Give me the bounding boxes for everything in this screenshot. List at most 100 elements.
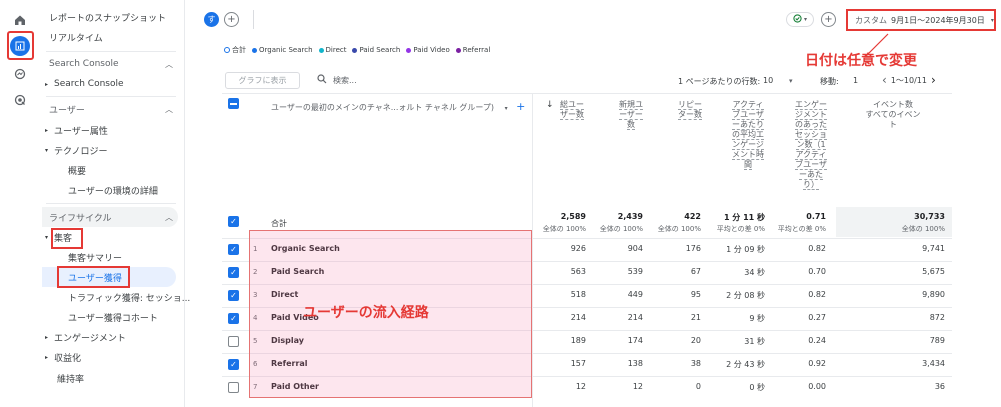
total-value: 0.71 [806, 212, 826, 221]
sidebar-item-label: リアルタイム [49, 33, 103, 44]
table-cell: 0.82 [808, 244, 826, 253]
table-cell: 31 秒 [744, 337, 765, 346]
row-checkbox[interactable]: ✓ [228, 290, 239, 301]
sidebar-item-realtime[interactable]: リアルタイム [40, 28, 185, 46]
section-user[interactable]: ユーザー ︿ [40, 100, 185, 118]
column-header-label: エンゲー ジメント のあった セッショ ン数（1 アクティ ブユーザ ーあた り… [795, 100, 827, 190]
add-dimension-icon[interactable]: + [516, 100, 525, 113]
sidebar-item-retention[interactable]: 維持率 [40, 369, 185, 387]
column-header[interactable]: イベント数 すべてのイベント [863, 100, 923, 130]
legend-item[interactable]: Organic Search [252, 45, 313, 55]
next-page-icon[interactable]: › [931, 73, 936, 87]
sidebar-item-label: 集客サマリー [68, 253, 123, 264]
sidebar-item-technology[interactable]: ▾ テクノロジー [40, 141, 185, 159]
sidebar-item-engagement[interactable]: ▸ エンゲージメント [40, 328, 185, 346]
table-cell: 0 秒 [749, 383, 765, 392]
caret-right-icon: ▸ [45, 333, 49, 341]
caret-right-icon: ▸ [45, 126, 49, 134]
legend-marker [252, 47, 257, 53]
sidebar-item-user-attributes[interactable]: ▸ ユーザー属性 [40, 121, 185, 139]
caret-down-icon: ▾ [45, 233, 49, 241]
table-cell: 0 [695, 382, 701, 391]
search-box[interactable]: 検索... [317, 74, 357, 86]
status-check-button[interactable]: ▾ [786, 12, 814, 27]
table-toolbar: グラフに表示 検索... 1 ページあたりの行数: 10 ▾ 移動: 1 ‹ 1… [222, 70, 952, 92]
table-cell: 3,434 [922, 359, 945, 368]
select-all-checkbox[interactable] [228, 98, 239, 109]
caret-down-icon[interactable]: ▾ [505, 105, 508, 112]
total-value: 30,733 [914, 212, 945, 221]
sidebar-item-label: テクノロジー [54, 146, 108, 157]
add-button[interactable]: + [821, 12, 836, 27]
home-icon[interactable] [10, 10, 30, 30]
section-lifecycle[interactable]: ライフサイクル ︿ [40, 208, 185, 226]
total-checkbox[interactable]: ✓ [228, 216, 239, 227]
row-checkbox[interactable]: ✓ [228, 267, 239, 278]
sidebar-item-acquisition-summary[interactable]: 集客サマリー [40, 248, 185, 266]
sidebar-item-traffic-acquisition[interactable]: トラフィック獲得: セッショ... [40, 288, 190, 306]
sidebar-item-search-console[interactable]: ▸ Search Console [40, 75, 185, 93]
column-header-label: アクティ ブユーザ ーあたり の平均エ ンゲージ メント時 間 [732, 100, 764, 170]
rows-per-page-select[interactable]: 10 [763, 76, 773, 85]
advertising-icon[interactable] [10, 90, 30, 110]
column-header[interactable]: アクティ ブユーザ ーあたり の平均エ ンゲージ メント時 間 [718, 100, 778, 170]
divider [253, 10, 254, 29]
show-in-graph-button[interactable]: グラフに表示 [225, 72, 300, 89]
explore-icon[interactable] [10, 64, 30, 84]
divider [46, 51, 176, 52]
row-checkbox[interactable]: ✓ [228, 313, 239, 324]
sidebar-item-snapshot[interactable]: レポートのスナップショット [40, 8, 185, 26]
table-cell: 20 [690, 336, 701, 345]
table-cell: 872 [929, 313, 945, 322]
section-search-console[interactable]: Search Console ︿ [40, 55, 185, 73]
table-cell: 176 [685, 244, 701, 253]
sidebar-item-label: トラフィック獲得: セッショ... [68, 293, 191, 304]
sidebar-item-label: Search Console [54, 79, 124, 89]
sidebar-item-monetization[interactable]: ▸ 収益化 [40, 348, 185, 366]
channel-annotation: ユーザーの流入経路 [303, 305, 429, 321]
row-checkbox[interactable]: ✓ [228, 359, 239, 370]
column-header[interactable]: エンゲー ジメント のあった セッショ ン数（1 アクティ ブユーザ ーあた り… [781, 100, 841, 190]
row-checkbox[interactable] [228, 336, 239, 347]
legend-item[interactable]: Paid Video [406, 45, 450, 55]
column-header[interactable]: 新規ユ ーザー 数 [601, 100, 661, 130]
table-cell: 9,890 [922, 290, 945, 299]
sidebar-item-label: エンゲージメント [54, 333, 126, 344]
column-header[interactable]: 総ユー ザー数 [542, 100, 602, 120]
chart-legend: 合計 Organic Search Direct Paid Search Paid Vi… [224, 45, 490, 55]
legend-label: 合計 [232, 46, 246, 54]
sidebar-item-user-acquisition-cohort[interactable]: ユーザー獲得コホート [40, 308, 185, 326]
chevron-up-icon: ︿ [165, 59, 173, 69]
add-comparison-button[interactable]: + [224, 12, 239, 27]
sidebar-item-overview[interactable]: 概要 [40, 161, 185, 179]
column-header[interactable]: リピー ター数 [660, 100, 720, 120]
legend-marker [318, 47, 324, 53]
column-header-label: 新規ユ ーザー 数 [619, 100, 643, 130]
divider [46, 96, 176, 97]
caret-down-icon[interactable]: ▾ [789, 77, 793, 85]
legend-label: Paid Video [413, 46, 450, 54]
prev-page-icon[interactable]: ‹ [882, 73, 887, 87]
page-jump-input[interactable]: 1 [853, 76, 858, 85]
legend-item[interactable]: Direct [318, 45, 346, 55]
caret-right-icon: ▸ [45, 80, 49, 88]
legend-item[interactable]: Paid Search [352, 45, 400, 55]
table-cell: 789 [929, 336, 945, 345]
table-cell: 0.92 [808, 359, 826, 368]
table-cell: 0.27 [808, 313, 826, 322]
row-checkbox[interactable] [228, 382, 239, 393]
legend-item[interactable]: Referral [455, 45, 490, 55]
total-subtext: 全体の 100% [901, 225, 945, 233]
divider [46, 203, 176, 204]
legend-item[interactable]: 合計 [224, 45, 246, 55]
search-input[interactable]: 検索... [333, 75, 357, 86]
sidebar-item-user-env[interactable]: ユーザーの環境の詳細 [40, 181, 185, 199]
legend-marker [455, 47, 461, 53]
section-label: ライフサイクル [49, 213, 112, 224]
avatar[interactable]: す [204, 12, 219, 27]
caret-down-icon: ▾ [803, 16, 807, 23]
dimension-header[interactable]: ユーザーの最初のメインのチャネ...ォルト チャネル グループ) ▾ + [271, 100, 525, 113]
date-range-picker[interactable]: カスタム 9月1日～2024年9月30日 ▾ [846, 9, 996, 31]
row-checkbox[interactable]: ✓ [228, 244, 239, 255]
table-cell: 2 分 08 秒 [726, 291, 765, 300]
